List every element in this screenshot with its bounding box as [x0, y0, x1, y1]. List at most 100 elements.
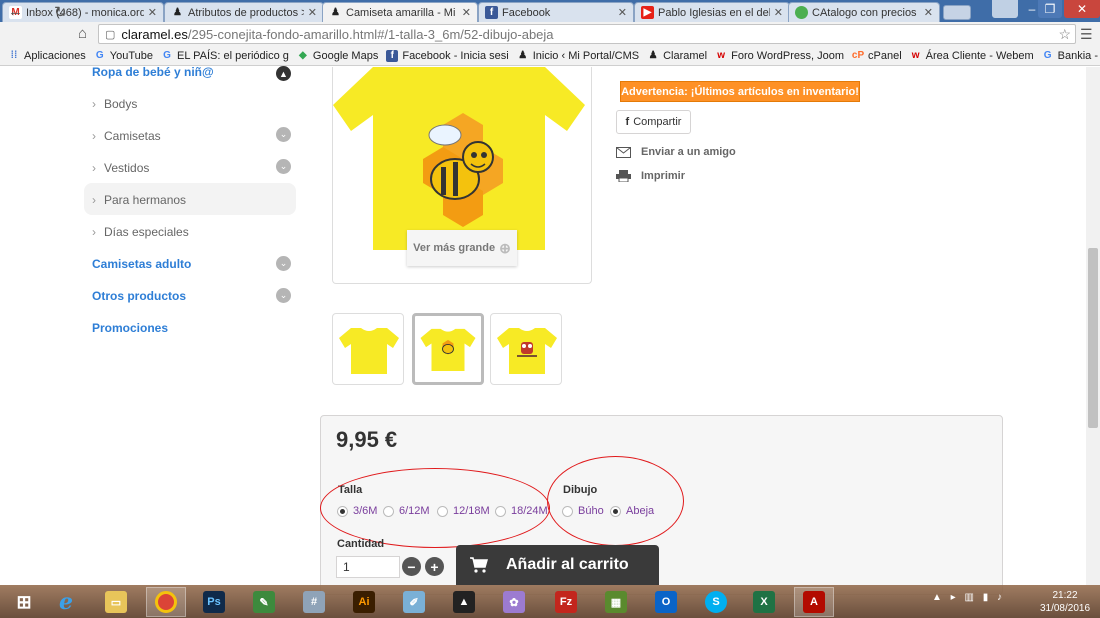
- system-tray-icons[interactable]: ▲ ▸ ▥ ▮ ♪: [932, 592, 1005, 603]
- expand-icon[interactable]: ⌄: [276, 127, 291, 142]
- collapse-icon[interactable]: ▲: [276, 66, 291, 81]
- printer-icon: [616, 170, 631, 182]
- tab-label: Atributos de productos >: [188, 6, 304, 19]
- quantity-label: Cantidad: [337, 538, 385, 550]
- minus-icon[interactable]: −: [402, 557, 421, 576]
- bookmark-star-icon[interactable]: ☆: [1058, 26, 1071, 43]
- plus-icon[interactable]: +: [425, 557, 444, 576]
- reload-button[interactable]: ↻: [54, 3, 67, 21]
- tab-facebook[interactable]: f Facebook ✕: [478, 2, 634, 22]
- webempresa-icon: w: [717, 50, 725, 61]
- notes-icon[interactable]: ✐: [394, 587, 434, 617]
- new-tab-button[interactable]: [943, 5, 971, 20]
- chrome-icon[interactable]: [146, 587, 186, 617]
- paint-icon[interactable]: ✿: [494, 587, 534, 617]
- zoom-icon: ⊕: [499, 239, 511, 256]
- inkscape-icon[interactable]: ▲: [444, 587, 484, 617]
- clock-time: 21:22: [1052, 590, 1078, 601]
- chevron-right-icon: ›: [92, 225, 96, 239]
- category-promociones[interactable]: Promociones: [92, 321, 168, 335]
- bookmark-item[interactable]: ♟ Inicio ‹ Mi Portal/CMS: [517, 50, 639, 62]
- share-facebook-button[interactable]: f Compartir: [616, 110, 691, 134]
- bookmark-item[interactable]: cP cPanel: [852, 50, 902, 62]
- back-button[interactable]: ←: [8, 3, 23, 20]
- url-path: /295-conejita-fondo-amarillo.html#/1-tal…: [187, 26, 554, 42]
- add-to-cart-button[interactable]: Añadir al carrito: [456, 545, 659, 585]
- menu-icon[interactable]: ☰: [1080, 26, 1093, 43]
- quantity-input[interactable]: 1: [336, 556, 400, 578]
- bookmark-item[interactable]: f Facebook - Inicia sesi: [386, 49, 509, 62]
- sidebar-item-vestidos[interactable]: › Vestidos: [92, 161, 149, 175]
- outlook-icon[interactable]: O: [646, 587, 686, 617]
- category-ropa-bebe[interactable]: Ropa de bebé y niñ@: [92, 65, 214, 79]
- sidebar-item-bodys[interactable]: › Bodys: [92, 97, 137, 111]
- apps-icon: ⁞⁞: [10, 50, 18, 61]
- corel-icon[interactable]: ✎: [244, 587, 284, 617]
- bookmark-item[interactable]: w Área Cliente - Webem: [910, 50, 1034, 62]
- send-to-friend-link[interactable]: Enviar a un amigo: [616, 146, 736, 158]
- thumbnail-owl[interactable]: [490, 313, 562, 385]
- tab-catalogo[interactable]: CAtalogo con precios sin ✕: [788, 2, 940, 22]
- tab-label: Pablo Iglesias en el debat: [658, 6, 770, 19]
- address-bar[interactable]: ▢ claramel.es/295-conejita-fondo-amarill…: [98, 24, 1076, 44]
- category-camisetas-adulto[interactable]: Camisetas adulto: [92, 257, 191, 271]
- chevron-right-icon: ›: [92, 129, 96, 143]
- envelope-icon: [616, 146, 631, 158]
- home-button[interactable]: ⌂: [78, 25, 87, 42]
- tab-camiseta[interactable]: ♟ Camiseta amarilla - Mi Po ✕: [322, 2, 478, 22]
- close-icon[interactable]: ✕: [148, 6, 157, 19]
- bookmark-item[interactable]: ⁞⁞ Aplicaciones: [8, 50, 86, 62]
- sidebar-item-dias-especiales[interactable]: › Días especiales: [92, 225, 189, 239]
- close-icon[interactable]: ✕: [462, 6, 471, 19]
- tab-label: Camiseta amarilla - Mi Po: [346, 6, 458, 19]
- file-explorer-icon[interactable]: ▭: [96, 587, 136, 617]
- tab-youtube[interactable]: ▶ Pablo Iglesias en el debat ✕: [634, 2, 790, 22]
- tab-atributos[interactable]: ♟ Atributos de productos > ✕: [164, 2, 324, 22]
- close-icon[interactable]: ✕: [924, 6, 933, 19]
- claramel-icon: ♟: [331, 7, 340, 18]
- bookmark-item[interactable]: GBankia - Oficina Intern: [1042, 50, 1100, 62]
- photoshop-icon[interactable]: Ps: [194, 587, 234, 617]
- maximize-button[interactable]: ❐: [1038, 0, 1062, 18]
- taskbar-clock[interactable]: 21:22 31/08/2016: [1035, 589, 1095, 615]
- bookmark-item[interactable]: ♟ Claramel: [647, 50, 708, 62]
- close-icon[interactable]: ✕: [618, 6, 627, 19]
- expand-icon[interactable]: ⌄: [276, 159, 291, 174]
- close-icon[interactable]: ✕: [308, 6, 317, 19]
- spreadsheet-app-icon[interactable]: ▦: [596, 587, 636, 617]
- expand-icon[interactable]: ⌄: [276, 256, 291, 271]
- view-larger-button[interactable]: Ver más grande ⊕: [407, 230, 517, 266]
- sidebar-item-camisetas[interactable]: › Camisetas: [92, 129, 161, 143]
- close-icon[interactable]: ✕: [774, 6, 783, 19]
- tab-gmail[interactable]: M Inbox (468) - monica.orde ✕: [2, 2, 164, 22]
- chevron-right-icon: ›: [92, 161, 96, 175]
- calculator-icon[interactable]: #: [294, 587, 334, 617]
- chevron-right-icon: ›: [92, 193, 96, 207]
- bookmark-item[interactable]: G EL PAÍS: el periódico g: [161, 50, 289, 62]
- cart-icon: [470, 557, 488, 573]
- user-profile-button[interactable]: [992, 0, 1018, 18]
- close-window-button[interactable]: ✕: [1064, 0, 1100, 18]
- stock-warning-badge: Advertencia: ¡Últimos artículos en inven…: [620, 81, 860, 102]
- skype-icon[interactable]: S: [696, 587, 736, 617]
- windows-start-icon[interactable]: ⊞: [4, 587, 44, 617]
- thumbnail-plain[interactable]: [332, 313, 404, 385]
- bookmark-item[interactable]: ◆ Google Maps: [297, 50, 378, 62]
- sidebar-item-para-hermanos[interactable]: › Para hermanos: [92, 193, 186, 207]
- acrobat-icon[interactable]: A: [794, 587, 834, 617]
- illustrator-icon[interactable]: Ai: [344, 587, 384, 617]
- claramel-icon: ♟: [518, 50, 528, 61]
- internet-explorer-icon[interactable]: e: [46, 587, 86, 617]
- youtube-icon: ▶: [641, 6, 654, 19]
- excel-icon[interactable]: X: [744, 587, 784, 617]
- category-otros-productos[interactable]: Otros productos: [92, 289, 186, 303]
- filezilla-icon[interactable]: Fz: [546, 587, 586, 617]
- expand-icon[interactable]: ⌄: [276, 288, 291, 303]
- print-link[interactable]: Imprimir: [616, 170, 685, 182]
- bookmark-item[interactable]: G YouTube: [94, 50, 153, 62]
- scrollbar-thumb[interactable]: [1088, 248, 1098, 428]
- forward-button[interactable]: →: [32, 3, 47, 20]
- facebook-icon: f: [625, 116, 630, 128]
- bookmark-item[interactable]: w Foro WordPress, Joom: [715, 50, 844, 62]
- thumbnail-bee[interactable]: [412, 313, 484, 385]
